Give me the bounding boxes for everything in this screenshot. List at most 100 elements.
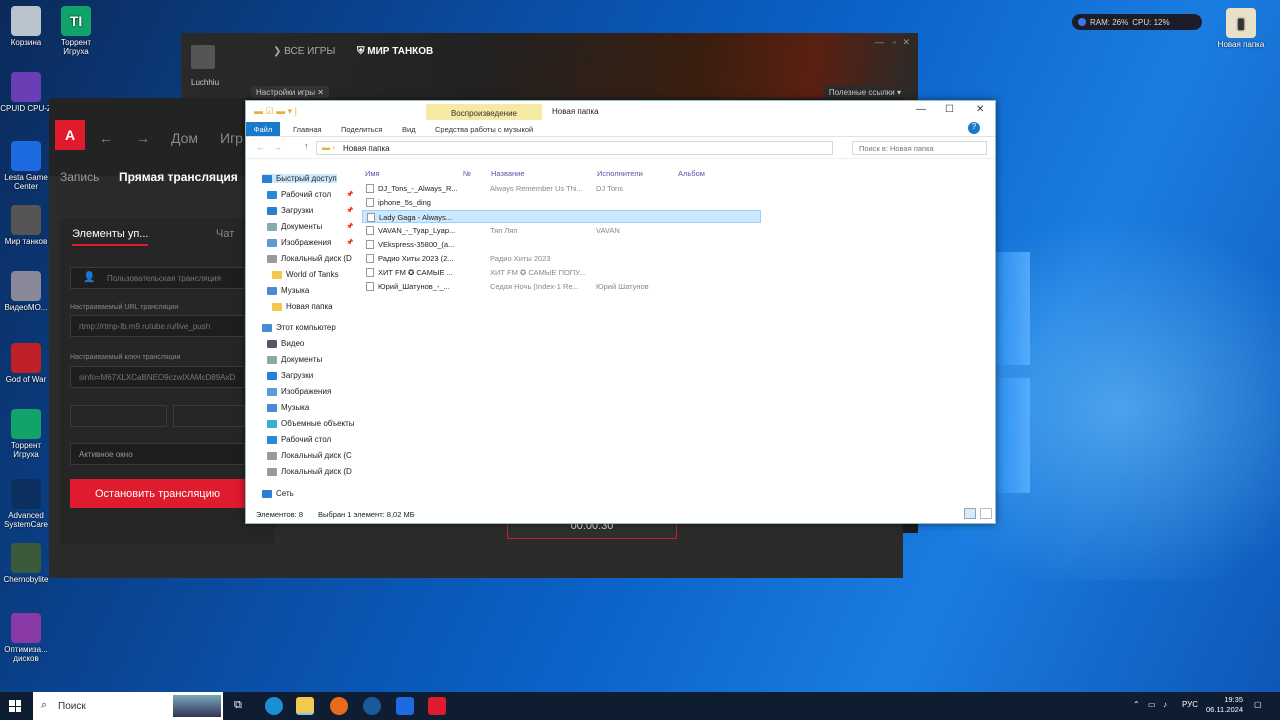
desktop-icon[interactable]: Lesta Game Center — [0, 141, 52, 191]
restore-icon[interactable]: ▫ — [893, 37, 896, 47]
nav-item[interactable]: Загрузки 📌 — [267, 206, 353, 215]
volume-icon[interactable]: ♪ — [1163, 700, 1167, 709]
close-icon[interactable]: ✕ — [976, 104, 984, 115]
desktop-icon-torrent[interactable]: TI Торрент Игруха — [50, 6, 102, 56]
amd-icon[interactable] — [428, 697, 446, 715]
desktop-icon[interactable]: Корзина — [0, 6, 52, 47]
close-icon[interactable]: ✕ — [902, 37, 910, 48]
clock[interactable]: 19:35 06.11.2024 — [1201, 695, 1243, 715]
ribbon-share[interactable]: Поделиться — [341, 125, 382, 134]
nav-item[interactable]: Сеть — [262, 489, 294, 498]
nav-item[interactable]: World of Tanks — [272, 270, 339, 279]
windows-start-icon[interactable] — [9, 700, 21, 712]
active-window-select[interactable]: Активное окно — [70, 443, 245, 465]
url-field[interactable]: rtmp://rtmp-lb.m9.rutube.ru/live_push — [70, 315, 245, 337]
tab-stream[interactable]: Прямая трансляция — [119, 170, 238, 184]
search-input[interactable]: Поиск в: Новая папка — [852, 141, 987, 155]
desktop-icon[interactable]: Торрент Игруха — [0, 409, 52, 459]
nav-item[interactable]: Документы 📌 — [267, 222, 353, 231]
desktop-icon[interactable]: ВидеоМО... — [0, 271, 52, 312]
task-view-icon[interactable]: ⧉ — [234, 699, 242, 712]
desktop-icon[interactable]: Мир танков — [0, 205, 52, 246]
table-row[interactable]: ХИТ FM ✪ САМЫЕ ... ХИТ FM ✪ САМЫЕ ПОПУ... — [362, 266, 762, 279]
help-icon[interactable]: ? — [968, 122, 980, 134]
nav-world-of-tanks[interactable]: ⛨ МИР ТАНКОВ — [357, 46, 433, 57]
nav-item[interactable]: Локальный диск (D — [267, 254, 352, 263]
nav-item[interactable]: Музыка — [267, 403, 309, 412]
file-explorer-icon[interactable] — [296, 697, 314, 715]
col-title[interactable]: Название — [491, 169, 525, 178]
nav-item[interactable]: Музыка — [267, 286, 309, 295]
forward-icon[interactable]: → — [273, 142, 282, 152]
nav-item[interactable]: Рабочий стол — [267, 435, 331, 444]
custom-stream-field[interactable]: 👤 Пользовательская трансляция — [70, 267, 245, 289]
table-row[interactable]: iphone_5s_ding — [362, 196, 762, 209]
torrent-icon: TI — [61, 6, 91, 36]
desktop-icon[interactable]: God of War — [0, 343, 52, 384]
col-artist[interactable]: Исполнители — [597, 169, 643, 178]
nav-item[interactable]: Локальный диск (C — [267, 451, 352, 460]
forward-icon[interactable]: → — [136, 130, 150, 146]
table-row[interactable]: Lady Gaga - Always... — [362, 210, 761, 223]
ribbon-file[interactable]: Файл — [246, 122, 280, 136]
up-icon[interactable]: ↑ — [304, 141, 309, 151]
desktop-icon[interactable]: CPUID CPU-Z — [0, 72, 52, 113]
subtab-elements[interactable]: Элементы уп... — [72, 228, 149, 246]
chevron-up-icon[interactable]: ⌃ — [1133, 700, 1140, 709]
desktop-icon[interactable]: Оптимиза... дисков — [0, 613, 52, 663]
nav-item[interactable]: Изображения — [267, 387, 331, 396]
table-row[interactable]: Радио Хиты 2023 (2... Радио Хиты 2023 — [362, 252, 762, 265]
nav-item[interactable]: Объемные объекты — [267, 419, 355, 428]
avatar[interactable] — [191, 45, 215, 69]
maximize-icon[interactable]: ☐ — [945, 104, 954, 115]
back-icon[interactable]: ← — [256, 142, 265, 152]
nav-item[interactable]: Загрузки — [267, 371, 313, 380]
context-tab-playback[interactable]: Воспроизведение — [426, 104, 542, 120]
taskbar-search[interactable]: ⌕ Поиск — [33, 692, 223, 720]
language-indicator[interactable]: РУС — [1182, 700, 1198, 709]
ribbon-view[interactable]: Вид — [402, 125, 416, 134]
advanced-systemcare-icon[interactable] — [363, 697, 381, 715]
minimize-icon[interactable]: — — [916, 104, 926, 115]
network-icon[interactable]: ▭ — [1148, 700, 1156, 709]
back-icon[interactable]: ← — [99, 130, 113, 146]
nav-item[interactable]: Локальный диск (D — [267, 467, 352, 476]
subtab-chat[interactable]: Чат — [216, 228, 234, 240]
details-view-icon[interactable] — [964, 508, 976, 519]
ribbon-music-tools[interactable]: Средства работы с музыкой — [435, 125, 533, 134]
address-bar[interactable]: ▬ › Новая папка — [316, 141, 833, 155]
nav-all-games[interactable]: ❯ ВСЕ ИГРЫ — [273, 46, 335, 57]
col-name[interactable]: Имя — [365, 169, 380, 178]
desktop-icon[interactable]: Chernobylite — [0, 543, 52, 584]
nav-item[interactable]: Новая папка — [272, 302, 333, 311]
lesta-icon[interactable] — [396, 697, 414, 715]
table-row[interactable]: DJ_Tons_-_Always_R... Always Remember Us … — [362, 182, 762, 195]
tiles-view-icon[interactable] — [980, 508, 992, 519]
lesta-icon — [11, 141, 41, 171]
nav-item[interactable]: Изображения 📌 — [267, 238, 353, 247]
table-row[interactable]: VEkspress-35800_(a... — [362, 238, 762, 251]
nav-games[interactable]: Игр — [220, 130, 243, 146]
minimize-icon[interactable]: — — [875, 37, 884, 47]
nav-home[interactable]: Дом — [171, 130, 198, 146]
stop-stream-button[interactable]: Остановить трансляцию — [70, 479, 245, 508]
ribbon-home[interactable]: Главная — [293, 125, 322, 134]
table-row[interactable]: VAVAN_-_Tyap_Lyap... Тяп Ляп VAVAN — [362, 224, 762, 237]
nav-item[interactable]: Рабочий стол 📌 — [267, 190, 353, 199]
desktop-icon[interactable]: Advanced SystemCare — [0, 479, 52, 529]
table-row[interactable]: Юрий_Шатунов_-_... Седая Ночь (Index-1 Re… — [362, 280, 762, 293]
firefox-icon[interactable] — [330, 697, 348, 715]
key-field[interactable]: sinfo=M67XLXCaBNEO9czwlXAMcD89AxD — [70, 366, 245, 388]
tab-record[interactable]: Запись — [60, 170, 99, 184]
nav-item[interactable]: Документы — [267, 355, 322, 364]
edge-icon[interactable] — [265, 697, 283, 715]
nav-item[interactable]: Видео — [267, 339, 304, 348]
col-album[interactable]: Альбом — [678, 169, 705, 178]
col-number[interactable]: № — [463, 169, 471, 178]
nav-item[interactable]: Быстрый доступ — [262, 174, 337, 183]
folder-icon — [272, 302, 282, 311]
notifications-icon[interactable]: ▢ — [1254, 700, 1262, 709]
cell-name: DJ_Tons_-_Always_R... — [378, 184, 458, 193]
nav-item[interactable]: Этот компьютер — [262, 323, 336, 332]
desktop-icon-new-folder[interactable]: ▮ Новая папка — [1215, 8, 1267, 49]
